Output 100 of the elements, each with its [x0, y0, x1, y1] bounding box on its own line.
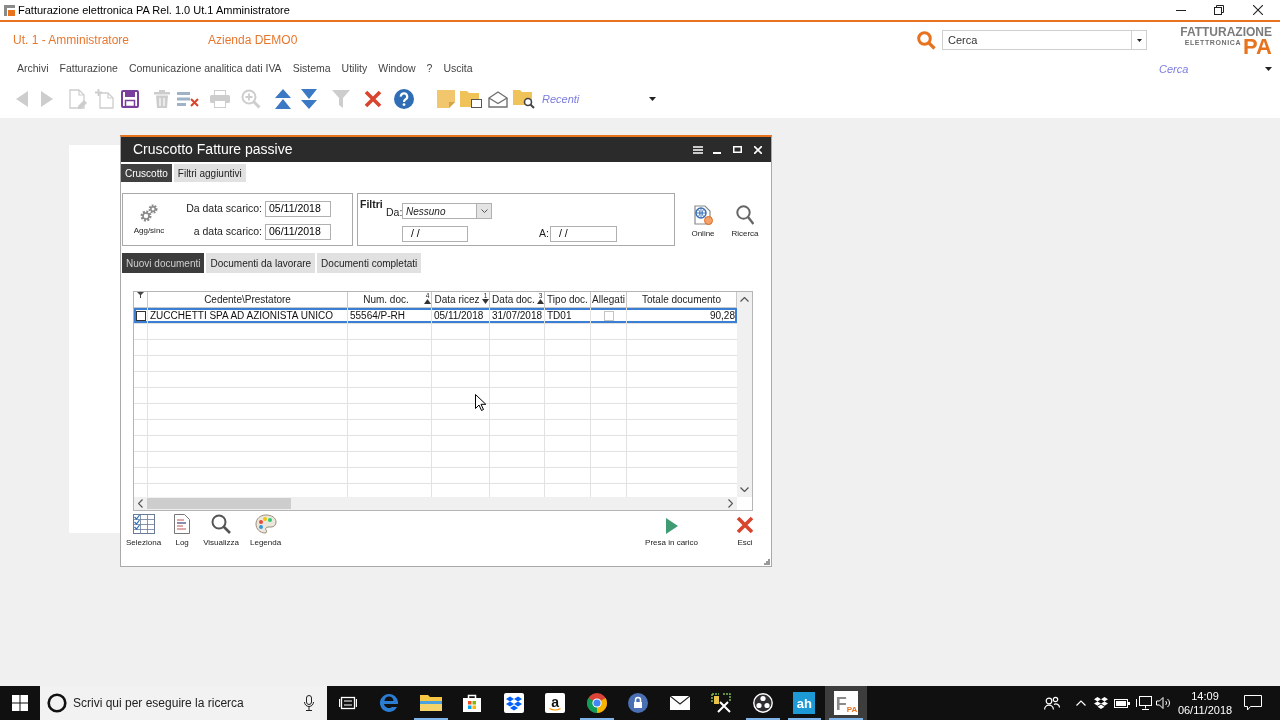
search-combo[interactable]: Cerca [942, 30, 1147, 50]
windows-start-icon[interactable] [12, 695, 28, 711]
chevron-up-icon[interactable] [1076, 700, 1086, 706]
menu-item[interactable]: Uscita [443, 61, 473, 77]
scrollbar-thumb[interactable] [147, 498, 291, 509]
network-icon[interactable] [1136, 696, 1152, 710]
double-up-arrow-icon[interactable] [275, 89, 291, 109]
exit-button[interactable]: Esci [735, 517, 755, 549]
folder-icon [419, 694, 442, 712]
logo-title: FATTURAZIONE [1180, 25, 1272, 38]
menu-item[interactable]: Window [378, 61, 416, 77]
table-row[interactable]: ZUCCHETTI SPA AD AZIONISTA UNICO 55564/P-RH 05/11/2018 31/07/2018 TD01 90,28 [134, 308, 737, 324]
filter-dropdown[interactable]: Nessuno [402, 203, 492, 219]
online-button[interactable]: Online [691, 205, 715, 237]
search-icon[interactable] [917, 30, 936, 50]
vertical-scrollbar[interactable] [737, 292, 752, 497]
app-icon [4, 4, 15, 16]
minimize-icon[interactable] [1176, 9, 1186, 11]
tab[interactable]: Filtri aggiuntivi [173, 164, 246, 182]
table-cell-text: 90,28 [708, 309, 736, 323]
delete-rows-icon[interactable] [177, 91, 199, 107]
scroll-right-icon[interactable] [728, 499, 733, 508]
quick-search-field[interactable]: Cerca [1159, 60, 1259, 78]
shopping-bag-icon [463, 694, 482, 712]
select-button[interactable]: Seleziona [126, 517, 162, 549]
scroll-left-icon[interactable] [138, 499, 143, 508]
take-charge-button[interactable]: Presa in carico [645, 517, 698, 549]
taskbar-button[interactable]: a [534, 686, 576, 720]
menu-item[interactable]: ? [426, 61, 433, 77]
double-down-arrow-icon[interactable] [301, 89, 317, 109]
restore-icon[interactable] [1214, 5, 1224, 15]
close-icon[interactable] [1253, 5, 1263, 15]
view-button[interactable]: Visualizza [203, 517, 239, 549]
logo-text: a [551, 695, 560, 708]
log-button[interactable]: Log [172, 517, 193, 549]
dialog-title: Cruscotto Fatture passive [133, 140, 293, 159]
volume-icon[interactable] [1156, 697, 1170, 709]
tab[interactable]: Nuovi documenti [122, 253, 205, 273]
recent-field[interactable]: Recenti [542, 90, 642, 108]
field-label: Da: [386, 205, 402, 220]
menu-icon[interactable] [693, 145, 703, 154]
menu-item[interactable]: Utility [341, 61, 368, 77]
play-icon [665, 518, 678, 534]
caret-icon [1136, 38, 1142, 42]
column-header[interactable]: Cedente\Prestatore [148, 292, 348, 307]
company-name: Azienda DEMO0 [208, 32, 298, 49]
search-button[interactable]: Ricerca [733, 205, 757, 237]
envelope-icon[interactable] [488, 90, 508, 108]
folder-document-icon[interactable] [460, 90, 482, 108]
menu-item[interactable]: Sistema [292, 61, 331, 77]
scroll-up-icon[interactable] [740, 297, 749, 302]
caret-icon[interactable] [649, 97, 656, 101]
app-logo: ah [793, 692, 816, 714]
taskbar-search-field[interactable]: Scrivi qui per eseguire la ricerca [40, 686, 327, 720]
minimize-icon[interactable] [713, 151, 721, 154]
logo-letter: F [835, 694, 847, 714]
tools-icon [711, 693, 732, 713]
date-field[interactable]: / / [549, 225, 617, 242]
folder-search-icon[interactable] [513, 89, 535, 109]
legend-button[interactable]: Legenda [250, 517, 282, 549]
menu-item[interactable]: Comunicazione analitica dati IVA [128, 61, 282, 77]
caret-icon[interactable] [1265, 67, 1272, 71]
maximize-icon[interactable] [733, 146, 742, 153]
cross-icon[interactable] [364, 90, 382, 108]
notification-icon[interactable] [1244, 695, 1262, 711]
table-cell: 55564/P-RH [348, 308, 432, 323]
table-cell: TD01 [545, 308, 591, 323]
filter-icon[interactable] [137, 292, 144, 298]
date-field[interactable]: 06/11/2018 [265, 224, 331, 240]
tab[interactable]: Documenti da lavorare [206, 253, 316, 273]
date-field[interactable]: / / [402, 225, 468, 242]
task-view-icon [338, 696, 357, 710]
menu-item[interactable]: Archivi [17, 61, 49, 77]
menu-item[interactable]: Fatturazione [59, 61, 118, 77]
scroll-down-icon[interactable] [740, 487, 749, 492]
resize-grip-icon[interactable] [764, 559, 770, 565]
column-header[interactable]: Tipo doc. [545, 292, 591, 307]
sync-button[interactable]: Agg/sinc [129, 204, 169, 236]
horizontal-scrollbar[interactable] [134, 497, 737, 510]
help-icon[interactable] [394, 89, 414, 109]
save-icon[interactable] [121, 90, 139, 108]
dropdown-button[interactable] [476, 204, 491, 218]
field-label: a data scarico: [193, 224, 262, 240]
date-field[interactable]: 05/11/2018 [265, 201, 331, 217]
tab[interactable]: Cruscotto [121, 164, 172, 182]
logo-accent-text: PA [1243, 37, 1272, 55]
people-icon[interactable] [1044, 696, 1060, 710]
battery-icon[interactable] [1114, 698, 1130, 708]
checkbox[interactable] [135, 310, 146, 321]
field-label: A: [539, 225, 549, 241]
user-name: Ut. 1 - Amministratore [13, 32, 131, 49]
swirl-circle-icon [752, 693, 773, 713]
magnifier-icon [211, 514, 232, 534]
field-label: Da data scarico: [186, 201, 262, 217]
search-input[interactable]: Scrivi qui per eseguire la ricerca [73, 694, 293, 712]
column-header[interactable]: Allegati [591, 292, 627, 307]
open-box-icon[interactable] [1094, 697, 1108, 709]
microphone-icon[interactable] [304, 695, 314, 711]
tab[interactable]: Documenti completati [317, 253, 422, 273]
open-box-icon [503, 693, 524, 713]
